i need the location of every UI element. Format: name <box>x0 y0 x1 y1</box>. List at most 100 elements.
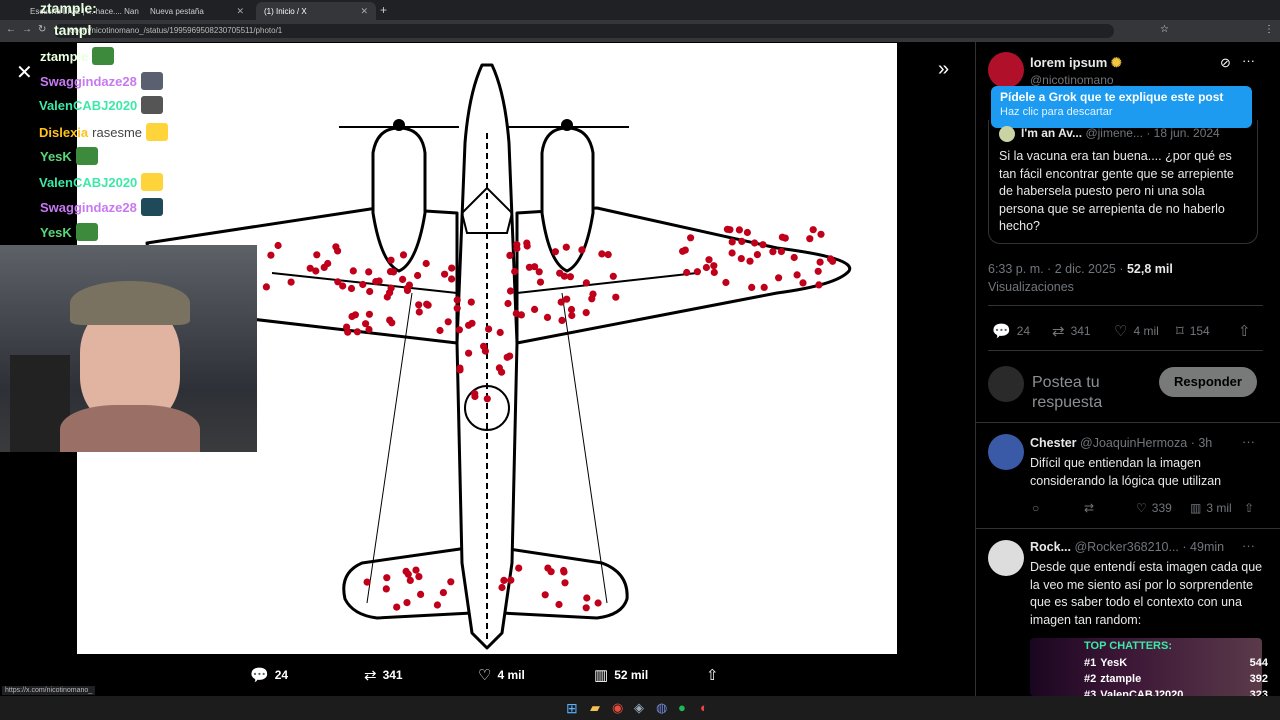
reload-icon[interactable]: ↻ <box>38 24 46 35</box>
author-avatar[interactable] <box>988 52 1024 88</box>
more-icon[interactable]: ··· <box>1242 434 1255 449</box>
reply-avatar[interactable] <box>988 434 1024 470</box>
reply-avatar[interactable] <box>988 540 1024 576</box>
bookmark-icon: ⌑ <box>1176 323 1184 340</box>
bullet-hole <box>558 316 566 324</box>
chrome-icon[interactable]: ◉ <box>612 700 623 716</box>
repost-icon: ⇄ <box>1052 323 1065 340</box>
close-viewer-icon[interactable]: ✕ <box>16 60 33 85</box>
more-icon[interactable]: ··· <box>1242 538 1255 553</box>
emote-icon <box>141 96 164 114</box>
new-tab-icon[interactable]: + <box>380 3 387 17</box>
reply-name[interactable]: Rock... <box>1030 540 1071 554</box>
bullet-hole <box>769 248 777 256</box>
bookmark-star-icon[interactable]: ☆ <box>1160 24 1169 35</box>
reply-handle[interactable]: @JoaquinHermoza <box>1080 436 1187 450</box>
bullet-hole <box>334 278 342 286</box>
bullet-hole <box>453 296 461 304</box>
emote-icon <box>146 123 169 141</box>
panel-repost-count: 341 <box>1070 324 1091 338</box>
bullet-hole <box>560 566 568 575</box>
reply-views-button[interactable]: ▥ 3 mil <box>1190 501 1232 515</box>
close-tab-icon[interactable]: ✕ <box>360 6 368 17</box>
panel-like-button[interactable]: ♡ 4 mil <box>1114 322 1159 340</box>
reply-input[interactable]: Postea tu respuesta <box>1032 373 1152 413</box>
tab-inicio-x[interactable]: (1) Inicio / X ✕ <box>256 2 376 20</box>
bullet-hole <box>468 319 476 327</box>
bullet-hole <box>748 283 756 291</box>
bullet-hole <box>349 267 357 275</box>
chat-line: Swaggindaze28 <box>40 198 163 216</box>
panel-share-button[interactable]: ⇧ <box>1238 322 1251 340</box>
tab-label: Nueva pestaña <box>150 6 204 16</box>
bullet-hole <box>781 234 789 242</box>
url-field[interactable]: x.com/nicotinomano_/status/1995969508230… <box>54 24 1114 38</box>
quote-text: Si la vacuna era tan buena.... ¿por qué … <box>999 149 1234 233</box>
post-timestamp: 6:33 p. m. · 2 dic. 2025 · <box>988 262 1124 276</box>
bullet-hole <box>306 264 314 272</box>
bullet-hole <box>793 271 801 279</box>
panel-reply-button[interactable]: 💬 24 <box>992 322 1030 340</box>
reply-repost-button[interactable]: ⇄ <box>1084 501 1094 515</box>
bullet-hole <box>320 263 328 271</box>
bullet-hole <box>809 226 817 234</box>
chatter-rank: #1 <box>1084 657 1097 669</box>
windows-start-icon[interactable]: ⊞ <box>566 700 578 717</box>
back-icon[interactable]: ← <box>6 24 16 35</box>
tab-nueva-pestana[interactable]: Nueva pestaña <box>142 2 254 20</box>
expand-panel-icon[interactable]: » <box>938 58 949 81</box>
reply-action[interactable]: 💬 24 <box>250 666 288 684</box>
author-handle[interactable]: @nicotinomano_ <box>1030 73 1120 87</box>
reply-name[interactable]: Chester <box>1030 436 1077 450</box>
bullet-hole <box>513 244 521 253</box>
bullet-hole <box>507 576 515 584</box>
reply-time: 49min <box>1190 540 1225 554</box>
repost-action[interactable]: ⇄ 341 <box>364 666 403 684</box>
bullet-hole <box>710 262 718 270</box>
bullet-hole <box>422 259 430 268</box>
chat-line: Dislexia rasesme <box>39 123 169 141</box>
menu-icon[interactable]: ⋮ <box>1264 24 1274 35</box>
reply-header: Chester @JoaquinHermoza · 3h <box>1030 436 1213 450</box>
views-action[interactable]: ▥ 52 mil <box>594 666 648 684</box>
obs-icon[interactable]: ◐ <box>700 700 708 715</box>
spotify-icon[interactable]: ● <box>678 700 686 715</box>
reply-share-button[interactable]: ⇧ <box>1244 501 1254 515</box>
bullet-hole <box>743 228 752 237</box>
bullet-hole <box>515 564 523 572</box>
bullet-hole <box>517 311 525 319</box>
bullet-hole <box>353 328 361 336</box>
bullet-hole <box>387 256 395 264</box>
share-action[interactable]: ⇧ <box>706 666 719 684</box>
bullet-hole <box>485 325 493 333</box>
chat-line: YesK <box>40 147 98 165</box>
panel-repost-button[interactable]: ⇄ 341 <box>1052 322 1091 340</box>
bullet-hole <box>817 230 825 238</box>
chat-user: Swaggindaze28 <box>40 73 137 89</box>
reply-submit-button[interactable]: Responder <box>1159 367 1257 397</box>
bullet-hole <box>506 251 514 259</box>
bullet-hole <box>444 318 452 326</box>
reply-handle[interactable]: @Rocker368210... <box>1074 540 1178 554</box>
forward-icon[interactable]: → <box>22 24 32 35</box>
steam-icon[interactable]: ◈ <box>634 700 644 716</box>
panel-bookmark-button[interactable]: ⌑ 154 <box>1176 322 1210 340</box>
reply-icon: ○ <box>1032 501 1040 515</box>
discord-icon[interactable]: ◍ <box>656 700 667 716</box>
bullet-hole <box>506 287 515 295</box>
more-icon[interactable]: ··· <box>1242 53 1255 68</box>
bullet-hole <box>612 293 620 301</box>
reply-like-button[interactable]: ♡ 339 <box>1136 501 1172 515</box>
file-explorer-icon[interactable]: ▰ <box>590 700 600 716</box>
bullet-hole <box>414 271 422 280</box>
bullet-hole <box>543 313 552 321</box>
bullet-hole <box>480 342 488 350</box>
grok-icon[interactable]: ⊘ <box>1220 55 1231 71</box>
reply-comment-button[interactable]: ○ <box>1032 501 1039 515</box>
quoted-post[interactable]: I'm an Av... @jimene... · 18 jun. 2024 S… <box>988 120 1258 244</box>
emote-icon <box>92 47 115 65</box>
heart-icon: ♡ <box>1114 323 1128 340</box>
repost-icon: ⇄ <box>1084 501 1095 515</box>
author-name[interactable]: lorem ipsum ✺ <box>1030 55 1122 71</box>
like-action[interactable]: ♡ 4 mil <box>478 666 525 684</box>
